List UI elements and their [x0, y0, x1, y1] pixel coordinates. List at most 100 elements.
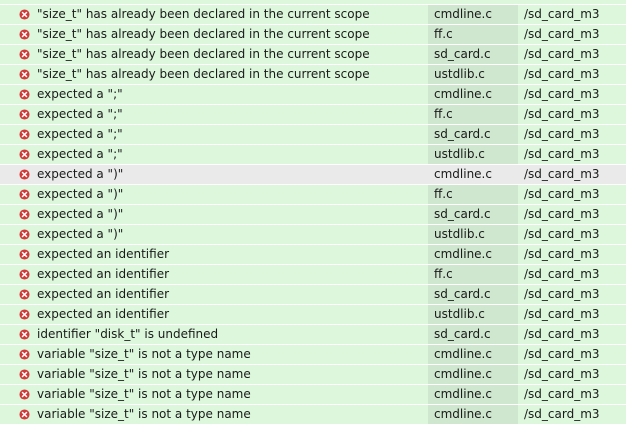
problem-message: "size_t" has already been declared in th… [37, 27, 370, 41]
error-icon [19, 9, 30, 20]
problem-row[interactable]: "size_t" has already been declared in th… [0, 5, 626, 25]
resource-cell: cmdline.c [428, 85, 518, 104]
path-cell: /sd_card_m3 [518, 405, 626, 424]
problem-row[interactable]: expected a ";" sd_card.c/sd_card_m3 [0, 125, 626, 145]
previous-row-edge [0, 0, 626, 4]
problem-message: variable "size_t" is not a type name [37, 367, 251, 381]
problem-message: expected an identifier [37, 247, 170, 261]
problem-row[interactable]: "size_t" has already been declared in th… [0, 25, 626, 45]
path-cell: /sd_card_m3 [518, 285, 626, 304]
error-icon [19, 89, 30, 100]
error-icon [19, 29, 30, 40]
problem-row[interactable]: expected a ")" ff.c/sd_card_m3 [0, 185, 626, 205]
error-icon [19, 149, 30, 160]
description-cell: expected an identifier [0, 285, 428, 304]
problem-message: identifier "disk_t" is undefined [37, 327, 219, 341]
path-cell: /sd_card_m3 [518, 385, 626, 404]
description-cell: "size_t" has already been declared in th… [0, 65, 428, 84]
description-cell: expected a ")" [0, 205, 428, 224]
problem-row[interactable]: expected a ";" ff.c/sd_card_m3 [0, 105, 626, 125]
resource-cell: ustdlib.c [428, 305, 518, 324]
problem-row[interactable]: expected a ";" cmdline.c/sd_card_m3 [0, 85, 626, 105]
problem-row[interactable]: expected an identifier sd_card.c/sd_card_… [0, 285, 626, 305]
error-icon [19, 209, 30, 220]
problem-message: expected a ")" [37, 187, 124, 201]
problem-message: expected a ";" [37, 147, 123, 161]
description-cell: expected a ")" [0, 165, 428, 184]
problem-row[interactable]: variable "size_t" is not a type name cmdl… [0, 345, 626, 365]
path-cell: /sd_card_m3 [518, 105, 626, 124]
path-cell: /sd_card_m3 [518, 225, 626, 244]
problem-row[interactable]: "size_t" has already been declared in th… [0, 65, 626, 85]
resource-cell: cmdline.c [428, 5, 518, 24]
path-cell: /sd_card_m3 [518, 365, 626, 384]
resource-cell: cmdline.c [428, 245, 518, 264]
error-icon [19, 289, 30, 300]
problem-row[interactable]: "size_t" has already been declared in th… [0, 45, 626, 65]
problem-row[interactable]: expected a ";" ustdlib.c/sd_card_m3 [0, 145, 626, 165]
description-cell: variable "size_t" is not a type name [0, 385, 428, 404]
problem-row[interactable]: expected a ")" ustdlib.c/sd_card_m3 [0, 225, 626, 245]
resource-cell: ff.c [428, 185, 518, 204]
problem-message: "size_t" has already been declared in th… [37, 67, 370, 81]
description-cell: expected a ";" [0, 145, 428, 164]
path-cell: /sd_card_m3 [518, 325, 626, 344]
description-cell: identifier "disk_t" is undefined [0, 325, 428, 344]
description-cell: expected a ";" [0, 105, 428, 124]
error-icon [19, 329, 30, 340]
problem-message: expected an identifier [37, 287, 170, 301]
problem-row[interactable]: expected an identifier ff.c/sd_card_m3 [0, 265, 626, 285]
problem-message: expected a ";" [37, 107, 123, 121]
problem-row[interactable]: expected an identifier cmdline.c/sd_card_… [0, 245, 626, 265]
problem-row[interactable]: variable "size_t" is not a type name cmdl… [0, 365, 626, 385]
problems-view: "size_t" has already been declared in th… [0, 0, 626, 430]
problem-message: expected a ")" [37, 207, 124, 221]
resource-cell: sd_card.c [428, 45, 518, 64]
error-icon [19, 309, 30, 320]
description-cell: variable "size_t" is not a type name [0, 365, 428, 384]
description-cell: expected a ";" [0, 85, 428, 104]
path-cell: /sd_card_m3 [518, 245, 626, 264]
error-icon [19, 369, 30, 380]
error-icon [19, 169, 30, 180]
problem-message: variable "size_t" is not a type name [37, 407, 251, 421]
error-icon [19, 389, 30, 400]
resource-cell: cmdline.c [428, 385, 518, 404]
error-icon [19, 129, 30, 140]
problem-row[interactable]: identifier "disk_t" is undefined sd_card.… [0, 325, 626, 345]
description-cell: "size_t" has already been declared in th… [0, 5, 428, 24]
problem-message: "size_t" has already been declared in th… [37, 7, 370, 21]
problem-message: expected a ";" [37, 87, 123, 101]
path-cell: /sd_card_m3 [518, 5, 626, 24]
problem-message: expected a ")" [37, 167, 124, 181]
path-cell: /sd_card_m3 [518, 65, 626, 84]
error-icon [19, 349, 30, 360]
problem-row[interactable]: variable "size_t" is not a type name cmdl… [0, 385, 626, 405]
path-cell: /sd_card_m3 [518, 345, 626, 364]
error-icon [19, 249, 30, 260]
error-icon [19, 409, 30, 420]
problem-row[interactable]: expected an identifier ustdlib.c/sd_card_… [0, 305, 626, 325]
path-cell: /sd_card_m3 [518, 145, 626, 164]
problem-row[interactable]: expected a ")" sd_card.c/sd_card_m3 [0, 205, 626, 225]
error-icon [19, 69, 30, 80]
description-cell: expected an identifier [0, 305, 428, 324]
description-cell: variable "size_t" is not a type name [0, 345, 428, 364]
path-cell: /sd_card_m3 [518, 265, 626, 284]
resource-cell: ff.c [428, 25, 518, 44]
problem-message: variable "size_t" is not a type name [37, 387, 251, 401]
problem-row[interactable]: expected a ")" cmdline.c/sd_card_m3 [0, 165, 626, 185]
path-cell: /sd_card_m3 [518, 85, 626, 104]
resource-cell: ustdlib.c [428, 65, 518, 84]
path-cell: /sd_card_m3 [518, 125, 626, 144]
error-icon [19, 109, 30, 120]
resource-cell: sd_card.c [428, 285, 518, 304]
description-cell: expected an identifier [0, 265, 428, 284]
description-cell: expected a ")" [0, 225, 428, 244]
resource-cell: cmdline.c [428, 365, 518, 384]
resource-cell: sd_card.c [428, 205, 518, 224]
error-icon [19, 189, 30, 200]
path-cell: /sd_card_m3 [518, 165, 626, 184]
description-cell: expected a ";" [0, 125, 428, 144]
problem-row[interactable]: variable "size_t" is not a type name cmdl… [0, 405, 626, 425]
